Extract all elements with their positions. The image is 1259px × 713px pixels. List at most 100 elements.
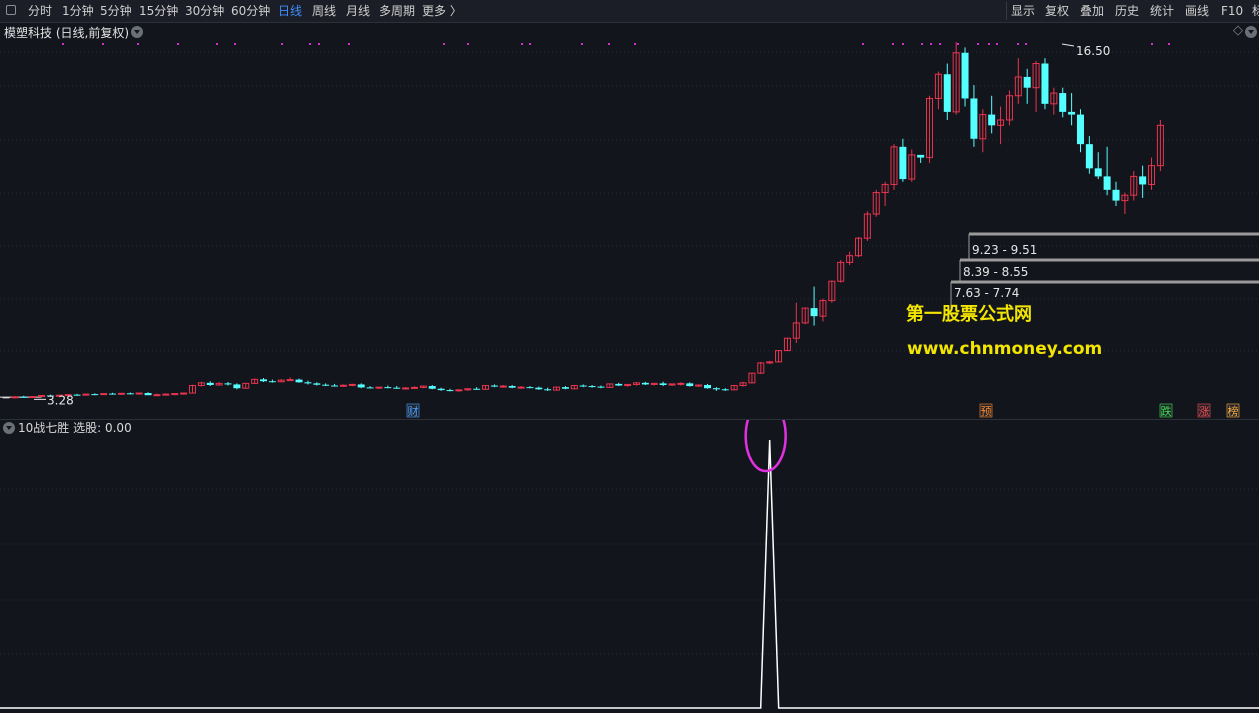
candle-body	[135, 392, 143, 395]
candle-body	[357, 384, 365, 388]
candle-body	[455, 389, 463, 392]
event-dot	[521, 43, 523, 45]
period-tab-multi[interactable]: 多周期	[379, 0, 415, 22]
period-tab-weekly[interactable]: 周线	[312, 0, 336, 22]
candle-body	[295, 379, 303, 383]
menu-toggle-icon[interactable]	[6, 5, 16, 15]
candle-body	[961, 52, 969, 99]
event-dot	[318, 43, 320, 45]
display-button[interactable]: 显示	[1011, 0, 1035, 22]
candle-body	[1068, 111, 1076, 115]
period-toolbar: 分时 1分钟 5分钟 15分钟 30分钟 60分钟 日线 周线 月线 多周期 更…	[0, 0, 1259, 23]
candle-body	[144, 393, 152, 396]
signal-highlight-circle	[744, 420, 787, 473]
watermark-url: www.chnmoney.com	[907, 339, 1102, 359]
period-tab-daily[interactable]: 日线	[278, 0, 302, 22]
candle-body	[1094, 168, 1102, 177]
event-dot	[234, 43, 236, 45]
event-dot	[1151, 43, 1153, 45]
candle-body	[73, 394, 81, 396]
candle-body	[544, 389, 552, 391]
candle-body	[1139, 176, 1147, 185]
event-dot	[177, 43, 179, 45]
period-tab-5min[interactable]: 5分钟	[100, 0, 132, 22]
period-tab-intraday[interactable]: 分时	[28, 0, 52, 22]
event-dot	[921, 43, 923, 45]
candle-body	[117, 392, 125, 395]
event-dot	[996, 43, 998, 45]
event-dot	[939, 43, 941, 45]
candle-body	[1041, 63, 1049, 104]
signal-line	[0, 439, 1259, 709]
period-tab-15min[interactable]: 15分钟	[139, 0, 178, 22]
candle-body	[579, 385, 587, 387]
event-marker: 跌	[1161, 404, 1172, 418]
overlay-button[interactable]: 叠加	[1080, 0, 1104, 22]
event-dot	[892, 43, 894, 45]
candle-body	[29, 396, 37, 399]
candle-body	[11, 396, 19, 399]
candle-body	[322, 384, 330, 386]
event-dot	[443, 43, 445, 45]
candle-body	[233, 384, 241, 389]
event-dot	[1168, 43, 1170, 45]
candle-body	[428, 386, 436, 389]
draw-button[interactable]: 画线	[1185, 0, 1209, 22]
period-tab-60min[interactable]: 60分钟	[231, 0, 270, 22]
candle-body	[943, 74, 951, 112]
event-dot	[348, 43, 350, 45]
low-price-label: 3.28	[47, 393, 74, 407]
candle-body	[508, 386, 516, 388]
candle-body	[712, 388, 720, 390]
candle-body	[224, 383, 232, 385]
candlestick-chart[interactable]: 16.50 3.28 9.23 - 9.51 8.39 - 8.55 7.63 - 7.…	[0, 22, 1259, 420]
event-marker: 榜	[1228, 404, 1239, 418]
period-tab-30min[interactable]: 30分钟	[185, 0, 224, 22]
candle-body	[917, 154, 925, 158]
event-dot	[1025, 43, 1027, 45]
event-dot	[309, 43, 311, 45]
candle-body	[535, 387, 543, 390]
indicator-chart[interactable]	[0, 420, 1259, 713]
more-periods-button[interactable]: 更多 〉	[422, 0, 462, 22]
candle-body	[304, 382, 312, 384]
event-dot	[581, 43, 583, 45]
candle-body	[721, 389, 729, 391]
tag-button[interactable]: 标	[1252, 0, 1259, 22]
toolbar-divider	[1006, 2, 1007, 20]
high-price-pointer	[1061, 43, 1075, 47]
f10-button[interactable]: F10	[1221, 0, 1243, 22]
candle-body	[526, 387, 534, 389]
period-tab-monthly[interactable]: 月线	[346, 0, 370, 22]
period-tab-1min[interactable]: 1分钟	[62, 0, 94, 22]
event-dot	[977, 43, 979, 45]
candle-body	[366, 387, 374, 389]
event-dot	[467, 43, 469, 45]
event-dot	[102, 43, 104, 45]
statistics-button[interactable]: 统计	[1150, 0, 1174, 22]
history-button[interactable]: 历史	[1115, 0, 1139, 22]
event-dot	[137, 43, 139, 45]
candle-body	[100, 393, 108, 396]
event-dot	[216, 43, 218, 45]
candle-body	[437, 388, 445, 391]
event-dot	[988, 43, 990, 45]
candle-body	[162, 393, 170, 396]
candle-body	[206, 382, 214, 385]
candle-body	[82, 393, 90, 396]
candle-body	[153, 394, 161, 397]
candle-body	[615, 383, 623, 386]
candle-body	[268, 381, 276, 383]
candle-body	[402, 387, 410, 390]
zone-label: 9.23 - 9.51	[972, 243, 1037, 257]
candle-body	[375, 386, 383, 389]
candle-body	[260, 379, 268, 382]
candle-body	[1023, 76, 1031, 88]
candle-body	[561, 387, 569, 389]
candle-body	[686, 383, 694, 387]
adjust-button[interactable]: 复权	[1045, 0, 1069, 22]
candle-body	[313, 383, 321, 385]
event-dot	[930, 43, 932, 45]
event-dot	[62, 43, 64, 45]
candle-body	[490, 385, 498, 387]
